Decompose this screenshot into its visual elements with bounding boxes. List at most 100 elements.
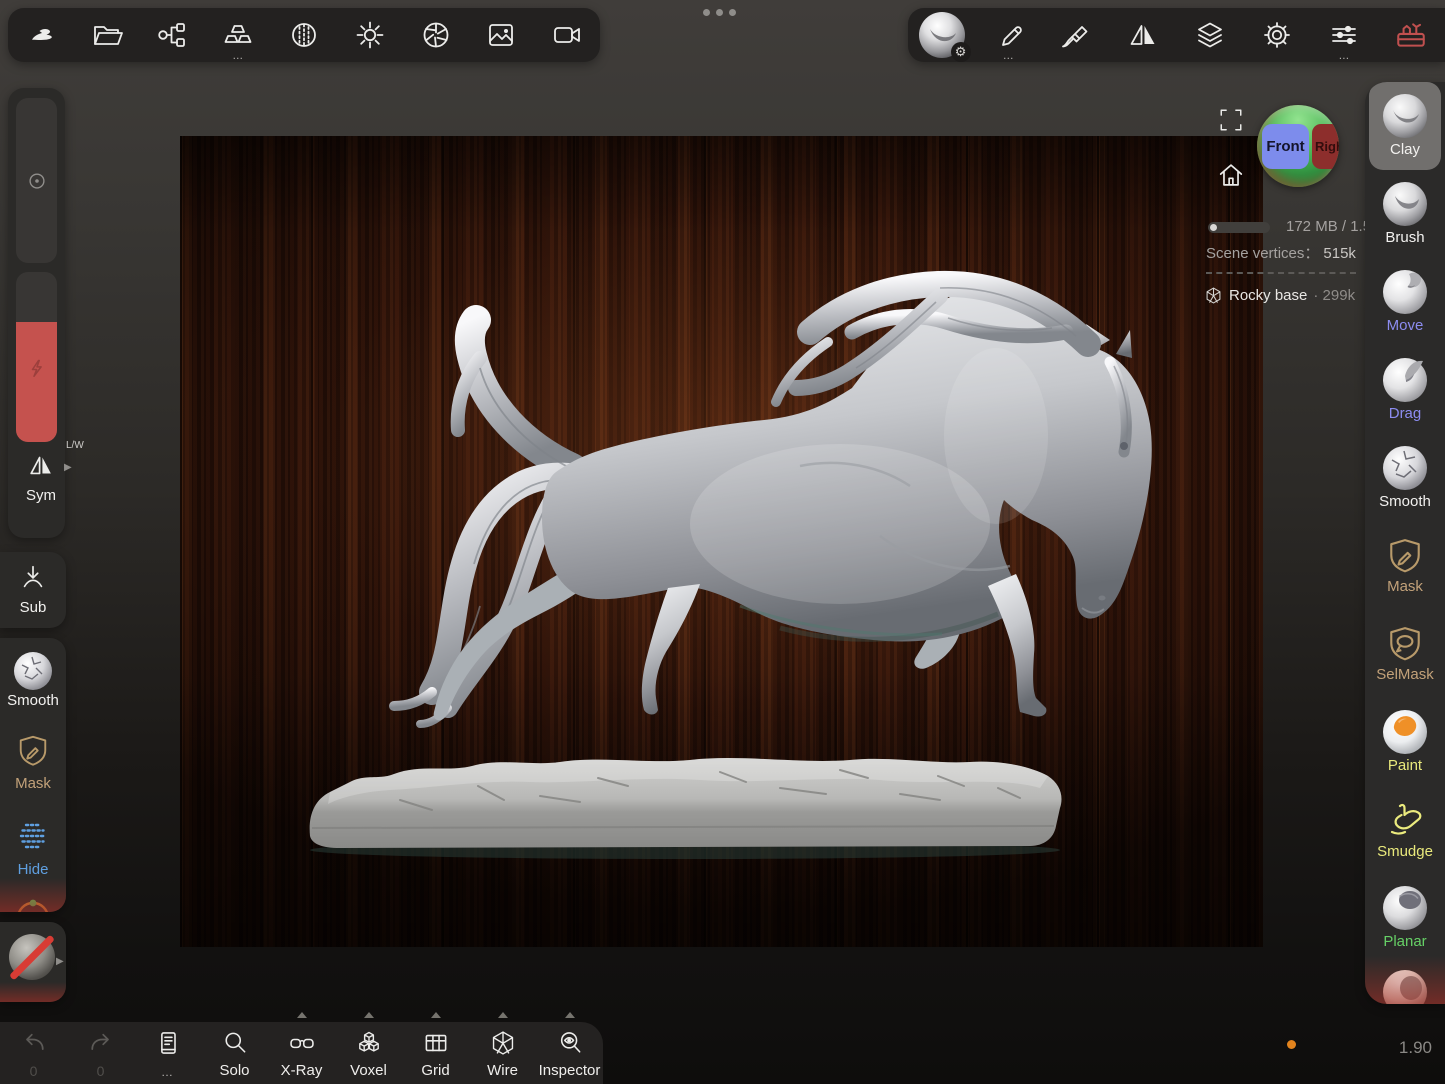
nomad-sculpt-app: …: [0, 0, 1445, 1084]
inspector-caret[interactable]: [565, 1012, 575, 1018]
app-menu-button[interactable]: [8, 8, 74, 62]
tool-selmask[interactable]: SelMask: [1365, 610, 1445, 698]
grid-label: Grid: [421, 1062, 449, 1079]
material-library-button[interactable]: …: [205, 8, 271, 62]
history-button[interactable]: …: [134, 1022, 201, 1084]
voxel-label: Voxel: [350, 1062, 387, 1079]
lighting-button[interactable]: [337, 8, 403, 62]
fullscreen-button[interactable]: [1218, 107, 1244, 138]
tool-label: Planar: [1383, 934, 1426, 950]
view-gizmo[interactable]: Front Right: [1257, 105, 1339, 187]
mask-shield-icon: [16, 734, 50, 768]
mask-quick-tool[interactable]: Mask: [0, 734, 66, 792]
smooth-tool-icon: [1383, 446, 1427, 490]
tool-label: SelMask: [1376, 667, 1434, 683]
toolbox-icon: [1394, 18, 1428, 52]
xray-glasses-icon: [287, 1029, 317, 1057]
disabled-slash: [9, 935, 55, 981]
horse-eye: [1120, 442, 1128, 450]
tool-planar[interactable]: Planar: [1365, 874, 1445, 962]
xray-caret[interactable]: [297, 1012, 307, 1018]
smooth-quick-label: Smooth: [0, 692, 66, 709]
mask-quick-label: Mask: [0, 775, 66, 792]
grid-toggle[interactable]: Grid: [402, 1022, 469, 1084]
symmetry-toggle[interactable]: L/W ▶ Sym: [8, 450, 74, 504]
painting-button[interactable]: [1042, 8, 1109, 62]
tool-smooth[interactable]: Smooth: [1365, 434, 1445, 522]
sub-label: Sub: [0, 599, 66, 616]
material-gear-badge: ⚙: [951, 42, 971, 62]
voxel-button[interactable]: Voxel: [335, 1022, 402, 1084]
brush-tool-icon: [1383, 182, 1427, 226]
radius-slider[interactable]: [16, 98, 57, 263]
wire-label: Wire: [487, 1062, 518, 1079]
material-button[interactable]: ⚙: [908, 8, 975, 62]
memory-progress-bar: [1208, 222, 1270, 233]
inspector-label: Inspector: [539, 1062, 601, 1079]
solo-toggle[interactable]: Solo: [201, 1022, 268, 1084]
tool-flatten-partial[interactable]: [1365, 962, 1445, 1004]
tool-label: Smooth: [1379, 494, 1431, 510]
wire-caret[interactable]: [498, 1012, 508, 1018]
redo-button[interactable]: 0: [67, 1022, 134, 1084]
inspector-button[interactable]: Inspector: [536, 1022, 603, 1084]
gizmo-front-face[interactable]: Front: [1262, 124, 1309, 169]
symmetry-button[interactable]: [1109, 8, 1176, 62]
tool-brush[interactable]: Brush: [1365, 170, 1445, 258]
selected-object-row[interactable]: Rocky base · 299k: [1204, 286, 1355, 305]
viewport-canvas[interactable]: [180, 136, 1263, 947]
tool-clay[interactable]: Clay: [1369, 82, 1441, 170]
files-icon: [91, 19, 123, 51]
files-button[interactable]: [74, 8, 140, 62]
undo-button[interactable]: 0: [0, 1022, 67, 1084]
mask-tool-icon: [1386, 537, 1424, 575]
voxel-caret[interactable]: [364, 1012, 374, 1018]
gizmo-right-face[interactable]: Right: [1312, 124, 1339, 169]
layers-icon: [1194, 19, 1226, 51]
smudge-tool-icon: [1384, 800, 1426, 840]
wire-toggle[interactable]: Wire: [469, 1022, 536, 1084]
multitask-indicator[interactable]: [703, 9, 736, 16]
hide-quick-tool[interactable]: Hide: [0, 818, 66, 878]
tool-label: Drag: [1389, 406, 1422, 422]
tool-smudge[interactable]: Smudge: [1365, 786, 1445, 874]
sym-expand-arrow[interactable]: ▶: [64, 462, 72, 473]
camera-button[interactable]: [534, 8, 600, 62]
grid-caret[interactable]: [431, 1012, 441, 1018]
sub-toggle[interactable]: Sub: [0, 562, 66, 616]
tool-drag[interactable]: Drag: [1365, 346, 1445, 434]
top-left-toolbar: …: [8, 8, 600, 62]
toolbox-button[interactable]: [1378, 8, 1445, 62]
pressure-indicator-dot: [1287, 1040, 1296, 1049]
matcap-button[interactable]: [271, 8, 337, 62]
selected-object-name: Rocky base: [1229, 287, 1307, 304]
intensity-slider[interactable]: [16, 272, 57, 442]
tool-paint[interactable]: Paint: [1365, 698, 1445, 786]
scene-graph-button[interactable]: [140, 8, 206, 62]
postprocess-icon: [420, 19, 452, 51]
stroke-button[interactable]: …: [975, 8, 1042, 62]
gizmo-tool-icon[interactable]: [13, 896, 53, 912]
settings-button[interactable]: [1244, 8, 1311, 62]
symmetry-mirror-icon: [26, 450, 56, 480]
sliders-icon: [1328, 19, 1360, 51]
stroke-pencil-icon: [993, 19, 1025, 51]
material-expand-arrow[interactable]: ▶: [56, 956, 64, 967]
material-ingots-icon: [222, 19, 254, 51]
scene-vertices-row: Scene vertices：515k: [1206, 242, 1356, 263]
layers-button[interactable]: [1177, 8, 1244, 62]
material-override-panel[interactable]: ▶: [0, 922, 66, 1002]
tool-mask[interactable]: Mask: [1365, 522, 1445, 610]
background-button[interactable]: [468, 8, 534, 62]
sub-arrow-icon: [18, 562, 48, 592]
matcap-icon: [288, 19, 320, 51]
symmetry-icon: [1127, 19, 1159, 51]
smooth-quick-tool[interactable]: Smooth: [0, 652, 66, 709]
postprocess-button[interactable]: [403, 8, 469, 62]
interface-sliders-button[interactable]: …: [1311, 8, 1378, 62]
reset-view-button[interactable]: [1216, 160, 1246, 195]
xray-toggle[interactable]: X-Ray: [268, 1022, 335, 1084]
material-more: …: [205, 51, 271, 61]
tool-move[interactable]: Move: [1365, 258, 1445, 346]
selmask-tool-icon: [1386, 625, 1424, 663]
